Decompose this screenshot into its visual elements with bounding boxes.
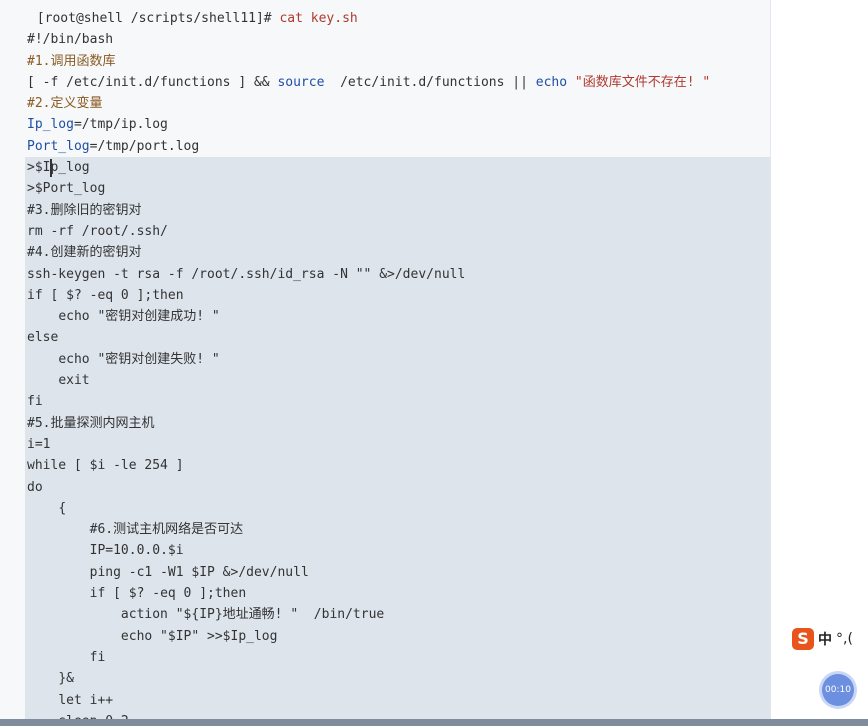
code-token: =/tmp/port.log	[89, 138, 200, 154]
code-token: do	[27, 479, 43, 495]
code-token: "函数库文件不存在! "	[567, 74, 711, 90]
code-line: #3.删除旧的密钥对	[0, 200, 770, 221]
code-line: #6.测试主机网络是否可达	[0, 519, 770, 540]
code-line: Port_log=/tmp/port.log	[0, 136, 770, 157]
code-token: ping -c1 -W1 $IP &>/dev/null	[89, 564, 309, 580]
code-line: ssh-keygen -t rsa -f /root/.ssh/id_rsa -…	[0, 264, 770, 285]
bottom-status-bar	[0, 719, 868, 726]
code-token: echo "密钥对创建失败! "	[58, 351, 220, 367]
code-line: if [ $? -eq 0 ];then	[0, 583, 770, 604]
code-line: let i++	[0, 690, 770, 711]
code-token: #3.删除旧的密钥对	[27, 202, 142, 218]
code-line: echo "$IP" >>$Ip_log	[0, 626, 770, 647]
code-token: echo "密钥对创建成功! "	[58, 309, 220, 325]
code-line: echo "密钥对创建成功! "	[0, 306, 770, 327]
code-line: exit	[0, 370, 770, 391]
code-line: #!/bin/bash	[0, 29, 770, 50]
ime-language-toggle[interactable]: 中	[818, 629, 832, 649]
code-token: #!/bin/bash	[27, 32, 114, 48]
code-token: #4.创建新的密钥对	[27, 245, 142, 261]
code-line: IP=10.0.0.$i	[0, 540, 770, 561]
code-line: fi	[0, 647, 770, 668]
code-token: #1.调用函数库	[27, 53, 116, 69]
code-line: #2.定义变量	[0, 93, 770, 114]
code-line: [root@shell /scripts/shell11]# cat key.s…	[0, 8, 770, 29]
code-token: echo	[535, 74, 568, 90]
code-token: exit	[58, 373, 90, 389]
code-line: #5.批量探测内网主机	[0, 413, 770, 434]
code-line: >$Port_log	[0, 178, 770, 199]
code-line: >$Ip_log	[0, 157, 770, 178]
code-token: if [ $? -eq 0 ];then	[27, 287, 184, 303]
code-line: rm -rf /root/.ssh/	[0, 221, 770, 242]
code-token: fi	[89, 649, 106, 665]
code-token: [root@shell /scripts/shell11]#	[29, 11, 280, 26]
code-line: action "${IP}地址通畅! " /bin/true	[0, 604, 770, 625]
code-token: /etc/init.d/functions ||	[324, 74, 536, 90]
code-panel: [root@shell /scripts/shell11]# cat key.s…	[0, 0, 771, 726]
code-token: #2.定义变量	[27, 96, 103, 112]
timer-badge[interactable]: 00:10	[822, 674, 854, 706]
code-token: source	[277, 74, 325, 90]
code-token: ssh-keygen -t rsa -f /root/.ssh/id_rsa -…	[27, 266, 466, 282]
code-line: if [ $? -eq 0 ];then	[0, 285, 770, 306]
code-token: i=1	[27, 436, 51, 452]
code-line: }&	[0, 668, 770, 689]
code-token: >$Port_log	[27, 181, 106, 197]
code-token: if [ $? -eq 0 ];then	[89, 586, 247, 602]
code-line: #1.调用函数库	[0, 51, 770, 72]
ime-punctuation-toggle[interactable]: °,(	[836, 631, 853, 647]
ime-toolbar[interactable]: S 中 °,(	[792, 626, 868, 652]
code-token: fi	[27, 394, 43, 410]
code-line: {	[0, 498, 770, 519]
code-token: action "${IP}地址通畅! " /bin/true	[120, 607, 385, 623]
code-line: echo "密钥对创建失败! "	[0, 349, 770, 370]
code-token: else	[27, 330, 59, 346]
code-token: echo "$IP" >>$Ip_log	[120, 628, 278, 644]
code-token: #6.测试主机网络是否可达	[89, 522, 244, 538]
code-line: ping -c1 -W1 $IP &>/dev/null	[0, 562, 770, 583]
code-token: while [ $i -le 254 ]	[27, 458, 184, 474]
code-line: #4.创建新的密钥对	[0, 242, 770, 263]
code-token: #5.批量探测内网主机	[27, 415, 155, 431]
code-line: fi	[0, 391, 770, 412]
code-token: {	[58, 500, 67, 516]
code-token: }&	[58, 671, 74, 687]
code-token: Ip_log	[27, 117, 74, 133]
code-token: IP=10.0.0.$i	[89, 543, 184, 559]
code-line: Ip_log=/tmp/ip.log	[0, 114, 770, 135]
code-token: let i++	[58, 692, 114, 708]
code-line: while [ $i -le 254 ]	[0, 455, 770, 476]
code-line: i=1	[0, 434, 770, 455]
code-token: >$Ip_log	[27, 160, 90, 176]
code-token: Port_log	[27, 138, 90, 154]
text-cursor	[50, 159, 52, 177]
code-line: [ -f /etc/init.d/functions ] && source /…	[0, 72, 770, 93]
code-block[interactable]: [root@shell /scripts/shell11]# cat key.s…	[0, 8, 770, 726]
code-line: do	[0, 477, 770, 498]
code-token: rm -rf /root/.ssh/	[27, 223, 168, 239]
sogou-ime-icon[interactable]: S	[792, 628, 814, 650]
code-token: [ -f /etc/init.d/functions ] &&	[27, 74, 278, 90]
code-token: cat key.sh	[279, 11, 358, 26]
code-line: else	[0, 327, 770, 348]
code-token: =/tmp/ip.log	[73, 117, 168, 133]
